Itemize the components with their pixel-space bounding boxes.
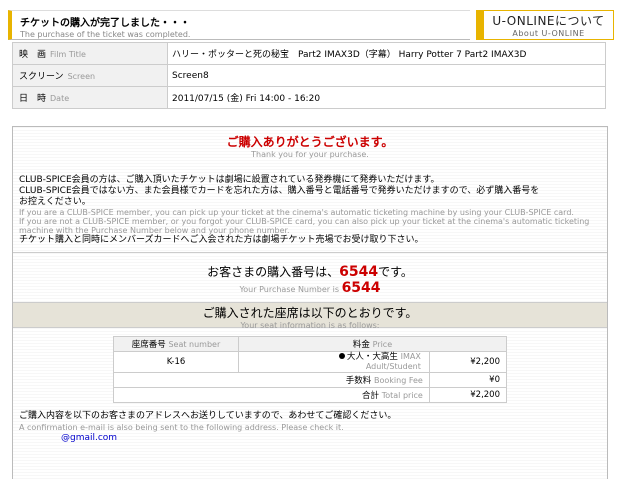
customer-email: @gmail.com [61,433,118,443]
screen-label: スクリーン Screen [12,64,168,87]
date-row: 日 時 Date 2011/07/15 (金) Fri 14:00 - 16:20 [12,86,606,109]
fee-label-en: Booking Fee [374,376,423,385]
confirm-en: A confirmation e-mail is also being sent… [19,423,344,432]
price-header: 料金 Price [238,336,507,352]
notice-line-1-en: If you are a CLUB-SPICE member, you can … [19,208,574,217]
notice-line-2b: お控えください。 [19,197,91,207]
notice-line-3-en: machine with the Purchase Number below a… [19,226,290,235]
fee-label-jp: 手数料 [345,376,372,386]
notice-line-2-en: If you are not a CLUB-SPICE member, or y… [19,217,590,226]
seat-number-header-en: Seat number [168,340,221,349]
seat-number: K-16 [113,351,239,373]
fee-label: 手数料 Booking Fee [113,372,430,388]
ticket-type-imax: IMAX [400,352,421,361]
total-label: 合計 Total price [113,387,430,403]
notice-line-1: CLUB-SPICE会員の方は、ご購入頂いたチケットは劇場に設置されている発券機… [19,175,440,185]
price-header-jp: 料金 [352,340,370,350]
ticket-info-table: 映 画 Film Title ハリー・ポッターと死の秘宝 Part2 IMAX3D… [12,42,606,109]
bullet-icon [338,353,345,359]
completion-banner: チケットの購入が完了しました・・・ The purchase of the ti… [8,10,470,40]
total-row: 合計 Total price ¥2,200 [113,387,508,403]
table-row: K-16 大人・大高生 IMAX Adult/Student ¥2,200 [113,351,508,373]
purchase-number-en: Your Purchase Number is 6544 [13,280,607,296]
page-header: チケットの購入が完了しました・・・ The purchase of the ti… [8,10,614,42]
purchase-suffix: です。 [378,265,413,279]
seat-number-header-jp: 座席番号 [131,340,166,350]
ticket-type-en: Adult/Student [365,362,421,371]
screen-value: Screen8 [167,64,606,87]
completion-subtitle: The purchase of the ticket was completed… [20,30,191,39]
u-online-link[interactable]: U-ONLINEについて About U-ONLINE [476,10,614,40]
date-label-jp: 日 時 [19,94,47,104]
purchase-prefix-en: Your Purchase Number is [239,285,340,294]
date-label: 日 時 Date [12,86,168,109]
purchase-summary-panel: ご購入ありがとうございます。 Thank you for your purcha… [12,126,608,479]
purchase-number: 6544 [339,264,379,280]
u-online-title: U-ONLINEについて [492,14,605,28]
film-value: ハリー・ポッターと死の秘宝 Part2 IMAX3D（字幕） Harry Pot… [167,42,606,65]
film-label-en: Film Title [50,50,86,59]
seat-info-band: ご購入された座席は以下のとおりです。 Your seat information… [13,302,607,330]
seat-number-header: 座席番号 Seat number [113,336,239,352]
screen-label-jp: スクリーン [19,72,64,82]
total-label-jp: 合計 [362,391,380,401]
completion-title: チケットの購入が完了しました・・・ [20,18,190,29]
seat-info-heading-en: Your seat information is as follows: [240,321,380,330]
date-value: 2011/07/15 (金) Fri 14:00 - 16:20 [167,86,606,109]
ticket-type: 大人・大高生 IMAX Adult/Student [238,351,430,373]
pickup-notice: CLUB-SPICE会員の方は、ご購入頂いたチケットは劇場に設置されている発券機… [13,175,607,246]
film-label-jp: 映 画 [19,50,47,60]
thanks-heading: ご購入ありがとうございます。 [226,135,394,149]
purchase-number-en-value: 6544 [341,280,381,296]
price-header-en: Price [372,340,393,349]
fee-row: 手数料 Booking Fee ¥0 [113,372,508,388]
film-label: 映 画 Film Title [12,42,168,65]
film-row: 映 画 Film Title ハリー・ポッターと死の秘宝 Part2 IMAX3D… [12,42,606,65]
thanks-heading-en: Thank you for your purchase. [251,150,369,159]
purchase-number-jp: お客さまの購入番号は、6544です。 [13,263,607,280]
notice-line-3: チケット購入と同時にメンバーズカードへご入会された方は劇場チケット売場でお受け取… [19,235,424,245]
purchase-prefix: お客さまの購入番号は、 [207,265,340,279]
ticket-type-jp: 大人・大高生 [346,352,398,362]
date-label-en: Date [50,94,70,103]
ticket-price: ¥2,200 [428,351,508,373]
fee-value: ¥0 [428,372,508,388]
notice-line-2: CLUB-SPICE会員ではない方、また会員様でカードを忘れた方は、購入番号と電… [19,186,540,196]
u-online-subtitle: About U-ONLINE [512,29,585,38]
seat-price-table: 座席番号 Seat number 料金 Price K-16 大人・大高生 IM… [113,336,508,403]
screen-row: スクリーン Screen Screen8 [12,64,606,87]
total-value: ¥2,200 [428,387,508,403]
seat-info-heading: ご購入された座席は以下のとおりです。 [202,306,418,320]
confirm-jp: ご購入内容を以下のお客さまのアドレスへお送りしていますので、あわせてご確認くださ… [19,411,397,421]
divider [13,252,607,253]
seat-table-header: 座席番号 Seat number 料金 Price [113,336,507,352]
total-label-en: Total price [381,391,423,400]
confirmation-email-notice: ご購入内容を以下のお客さまのアドレスへお送りしていますので、あわせてご確認くださ… [13,411,607,444]
screen-label-en: Screen [67,72,96,81]
